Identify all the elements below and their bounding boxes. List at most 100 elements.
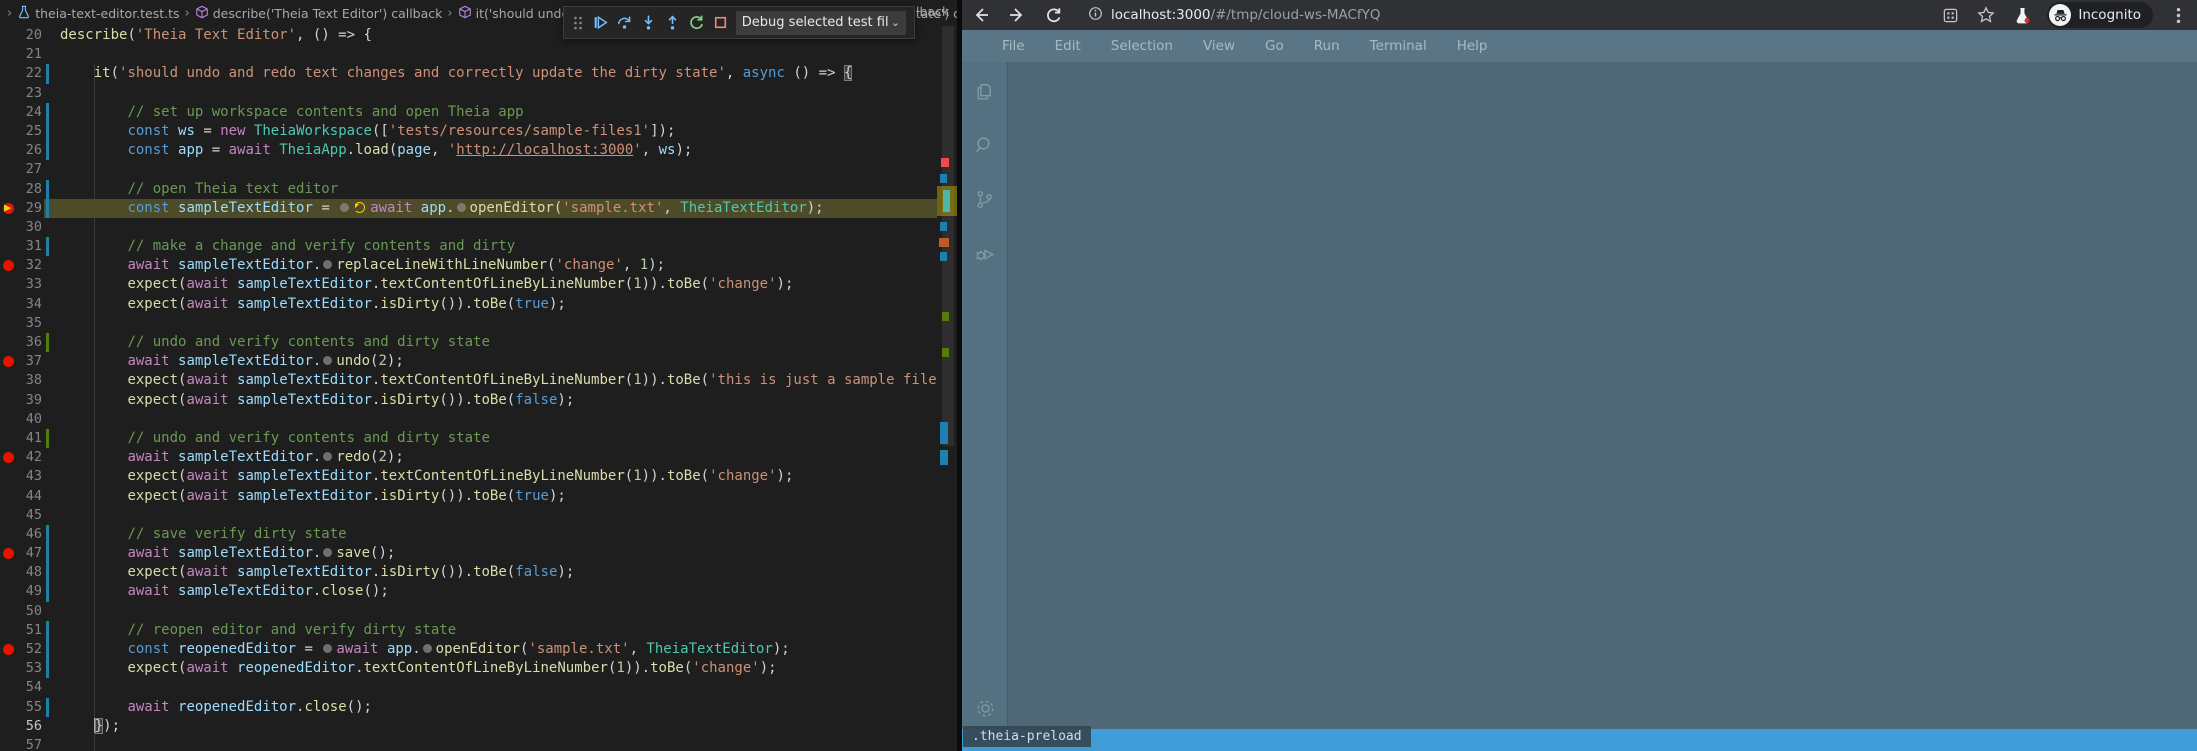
code-line[interactable]: 37 await sampleTextEditor.undo(2); bbox=[0, 352, 957, 371]
code-line[interactable]: 27 bbox=[0, 160, 957, 179]
star-icon[interactable] bbox=[1975, 4, 1997, 26]
breakpoint-gutter[interactable] bbox=[0, 295, 18, 314]
breakpoint-gutter[interactable] bbox=[0, 84, 18, 103]
breakpoint-gutter[interactable] bbox=[0, 122, 18, 141]
inline-breakpoint-dot[interactable] bbox=[323, 548, 332, 557]
breakpoint-gutter[interactable] bbox=[0, 563, 18, 582]
breakpoint-gutter[interactable] bbox=[0, 602, 18, 621]
breakpoint-gutter[interactable] bbox=[0, 314, 18, 333]
breakpoint-gutter[interactable] bbox=[0, 487, 18, 506]
scrollbar-thumb[interactable] bbox=[942, 26, 954, 446]
breakpoint-gutter[interactable] bbox=[0, 678, 18, 697]
code-line[interactable]: 32 await sampleTextEditor.replaceLineWit… bbox=[0, 256, 957, 275]
menu-item-run[interactable]: Run bbox=[1314, 38, 1340, 54]
code-line[interactable]: 34 expect(await sampleTextEditor.isDirty… bbox=[0, 295, 957, 314]
code-line[interactable]: 43 expect(await sampleTextEditor.textCon… bbox=[0, 467, 957, 486]
code-line[interactable]: 48 expect(await sampleTextEditor.isDirty… bbox=[0, 563, 957, 582]
breakpoint-gutter[interactable] bbox=[0, 582, 18, 601]
explorer-icon[interactable] bbox=[972, 78, 998, 104]
info-icon[interactable] bbox=[1088, 6, 1103, 25]
menu-item-help[interactable]: Help bbox=[1457, 38, 1488, 54]
breakpoint-gutter[interactable] bbox=[0, 256, 18, 275]
search-icon[interactable] bbox=[972, 132, 998, 158]
code-line[interactable]: 38 expect(await sampleTextEditor.textCon… bbox=[0, 371, 957, 390]
breakpoint-gutter[interactable] bbox=[0, 371, 18, 390]
code-line[interactable]: 51 // reopen editor and verify dirty sta… bbox=[0, 621, 957, 640]
settings-gear-icon[interactable] bbox=[972, 695, 998, 721]
menu-item-file[interactable]: File bbox=[1002, 38, 1025, 54]
breakpoint-gutter[interactable] bbox=[0, 640, 18, 659]
debug-stop-button[interactable] bbox=[712, 11, 729, 35]
code-line[interactable]: 39 expect(await sampleTextEditor.isDirty… bbox=[0, 391, 957, 410]
breakpoint-icon[interactable] bbox=[3, 260, 14, 271]
code-line[interactable]: 31 // make a change and verify contents … bbox=[0, 237, 957, 256]
menu-item-selection[interactable]: Selection bbox=[1111, 38, 1173, 54]
code-line[interactable]: 36 // undo and verify contents and dirty… bbox=[0, 333, 957, 352]
code-line[interactable]: 46 // save verify dirty state bbox=[0, 525, 957, 544]
debug-step-over-button[interactable] bbox=[616, 11, 633, 35]
code-line[interactable]: 41 // undo and verify contents and dirty… bbox=[0, 429, 957, 448]
inline-breakpoint-dot[interactable] bbox=[340, 203, 349, 212]
code-line[interactable]: 53 expect(await reopenedEditor.textConte… bbox=[0, 659, 957, 678]
breakpoint-gutter[interactable] bbox=[0, 218, 18, 237]
drag-handle-icon[interactable] bbox=[572, 11, 585, 35]
grid-icon[interactable] bbox=[1939, 4, 1961, 26]
breakpoint-gutter[interactable] bbox=[0, 275, 18, 294]
breakpoint-gutter[interactable] bbox=[0, 506, 18, 525]
code-line[interactable]: 25 const ws = new TheiaWorkspace(['tests… bbox=[0, 122, 957, 141]
code-line[interactable]: ▸29 const sampleTextEditor = await app.o… bbox=[0, 199, 957, 218]
code-line[interactable]: 56 }); bbox=[0, 717, 957, 736]
breakpoint-gutter[interactable] bbox=[0, 467, 18, 486]
code-line[interactable]: 21 bbox=[0, 45, 957, 64]
breakpoint-gutter[interactable] bbox=[0, 180, 18, 199]
breakpoint-gutter[interactable] bbox=[0, 717, 18, 736]
code-line[interactable]: 52 const reopenedEditor = await app.open… bbox=[0, 640, 957, 659]
breadcrumb-item[interactable]: theia-text-editor.test.ts bbox=[17, 5, 179, 22]
code-line[interactable]: 47 await sampleTextEditor.save(); bbox=[0, 544, 957, 563]
inline-breakpoint-dot[interactable] bbox=[457, 203, 466, 212]
inline-breakpoint-dot[interactable] bbox=[323, 452, 332, 461]
breakpoint-gutter[interactable] bbox=[0, 352, 18, 371]
flask-icon[interactable] bbox=[2011, 4, 2033, 26]
code-line[interactable]: 54 bbox=[0, 678, 957, 697]
breadcrumb-item[interactable]: describe('Theia Text Editor') callback bbox=[195, 5, 443, 22]
code-line[interactable]: 42 await sampleTextEditor.redo(2); bbox=[0, 448, 957, 467]
debug-config-dropdown[interactable]: Debug selected test file ⌄ bbox=[736, 11, 906, 35]
breakpoint-gutter[interactable] bbox=[0, 525, 18, 544]
back-button[interactable] bbox=[970, 4, 992, 26]
breakpoint-gutter[interactable] bbox=[0, 410, 18, 429]
reload-button[interactable] bbox=[1042, 4, 1064, 26]
menu-item-edit[interactable]: Edit bbox=[1055, 38, 1081, 54]
code-line[interactable]: 33 expect(await sampleTextEditor.textCon… bbox=[0, 275, 957, 294]
debug-icon[interactable] bbox=[972, 240, 998, 266]
breakpoint-icon[interactable] bbox=[3, 548, 14, 559]
breakpoint-gutter[interactable] bbox=[0, 429, 18, 448]
code-line[interactable]: 26 const app = await TheiaApp.load(page,… bbox=[0, 141, 957, 160]
breakpoint-icon[interactable] bbox=[3, 356, 14, 367]
breakpoint-gutter[interactable] bbox=[0, 544, 18, 563]
breakpoint-gutter[interactable] bbox=[0, 26, 18, 45]
breakpoint-gutter[interactable] bbox=[0, 160, 18, 179]
code-line[interactable]: 55 await reopenedEditor.close(); bbox=[0, 698, 957, 717]
code-line[interactable]: 45 bbox=[0, 506, 957, 525]
breakpoint-icon[interactable] bbox=[3, 452, 14, 463]
debug-step-out-button[interactable] bbox=[664, 11, 681, 35]
breakpoint-gutter[interactable] bbox=[0, 736, 18, 751]
code-line[interactable]: 30 bbox=[0, 218, 957, 237]
url-bar[interactable]: localhost:3000/#/tmp/cloud-ws-MACfYQ bbox=[1078, 3, 1925, 27]
breakpoint-gutter[interactable] bbox=[0, 45, 18, 64]
code-line[interactable]: 22 it('should undo and redo text changes… bbox=[0, 64, 957, 83]
breakpoint-gutter[interactable] bbox=[0, 333, 18, 352]
inline-breakpoint-dot[interactable] bbox=[323, 644, 332, 653]
menu-item-view[interactable]: View bbox=[1203, 38, 1235, 54]
breakpoint-gutter[interactable] bbox=[0, 659, 18, 678]
source-control-icon[interactable] bbox=[972, 186, 998, 212]
breakpoint-gutter[interactable] bbox=[0, 237, 18, 256]
forward-button[interactable] bbox=[1006, 4, 1028, 26]
code-line[interactable]: 23 bbox=[0, 84, 957, 103]
inline-breakpoint-dot[interactable] bbox=[323, 260, 332, 269]
inline-breakpoint-dot[interactable] bbox=[423, 644, 432, 653]
breakpoint-gutter[interactable]: ▸ bbox=[0, 199, 18, 218]
overview-ruler[interactable] bbox=[937, 26, 957, 751]
kebab-menu-icon[interactable] bbox=[2167, 4, 2189, 26]
